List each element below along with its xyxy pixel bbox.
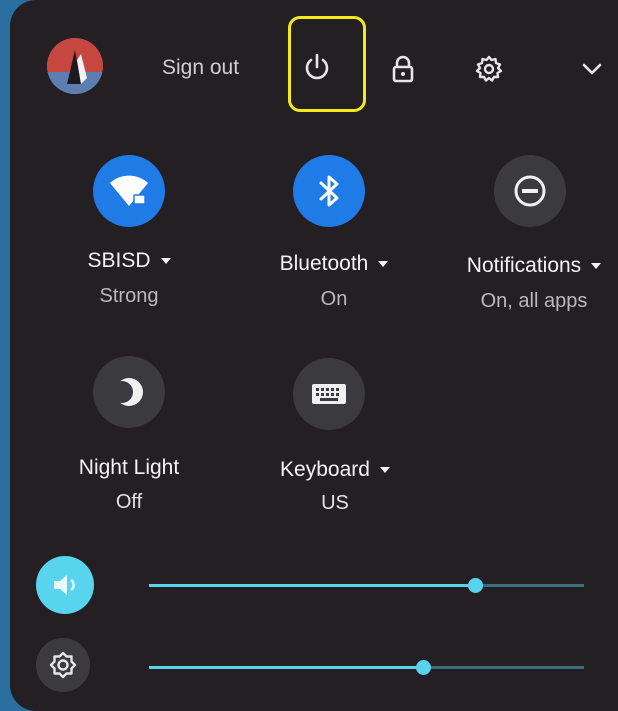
bluetooth-status: On <box>320 288 348 310</box>
brightness-button <box>36 638 90 692</box>
notifications-menu-button[interactable]: Notifications <box>450 254 618 278</box>
volume-slider-fill <box>149 584 476 587</box>
chevron-down-icon[interactable] <box>580 60 604 83</box>
wifi-caret-icon <box>160 258 171 265</box>
notifications-caret-icon <box>591 263 602 270</box>
volume-slider-handle[interactable] <box>468 578 484 593</box>
brightness-slider-handle[interactable] <box>416 660 432 675</box>
brightness-slider[interactable] <box>149 660 584 675</box>
sign-out-button[interactable]: Sign out <box>162 56 239 80</box>
lock-icon[interactable] <box>390 54 416 89</box>
notifications-label: Notifications <box>466 254 582 277</box>
avatar[interactable] <box>47 38 103 94</box>
volume-icon <box>54 575 75 595</box>
brightness-slider-fill <box>149 666 424 669</box>
volume-mute-button[interactable] <box>36 556 94 614</box>
keyboard-icon <box>312 384 346 404</box>
keyboard-label: Keyboard <box>280 458 370 481</box>
moon-icon <box>111 378 143 406</box>
brightness-icon <box>49 651 77 679</box>
avatar-image <box>47 38 103 94</box>
bluetooth-toggle[interactable] <box>293 155 365 227</box>
wifi-toggle[interactable] <box>93 155 165 227</box>
volume-slider[interactable] <box>149 578 584 593</box>
wifi-status: Strong <box>99 285 159 307</box>
quick-settings-panel: Sign out SBISD Strong Bluetooth On Notif… <box>10 0 618 711</box>
wifi-icon <box>110 175 148 206</box>
wifi-label: SBISD <box>87 249 151 272</box>
notifications-status: On, all apps <box>480 290 588 312</box>
wifi-menu-button[interactable]: SBISD <box>68 249 190 273</box>
bluetooth-caret-icon <box>378 261 389 268</box>
night-light-toggle[interactable] <box>93 356 165 428</box>
notifications-toggle[interactable] <box>494 155 566 227</box>
night-light-label: Night Light <box>78 456 180 479</box>
do-not-disturb-icon <box>514 175 546 207</box>
keyboard-caret-icon <box>379 467 390 474</box>
keyboard-layout: US <box>321 492 349 514</box>
bluetooth-label: Bluetooth <box>279 252 369 275</box>
keyboard-tile[interactable] <box>293 358 365 430</box>
bluetooth-icon <box>319 175 339 207</box>
settings-gear-icon[interactable] <box>474 54 504 89</box>
bluetooth-menu-button[interactable]: Bluetooth <box>255 252 413 276</box>
keyboard-menu-button[interactable]: Keyboard <box>260 458 410 482</box>
power-button-highlight <box>288 16 366 112</box>
night-light-status: Off <box>115 491 143 513</box>
